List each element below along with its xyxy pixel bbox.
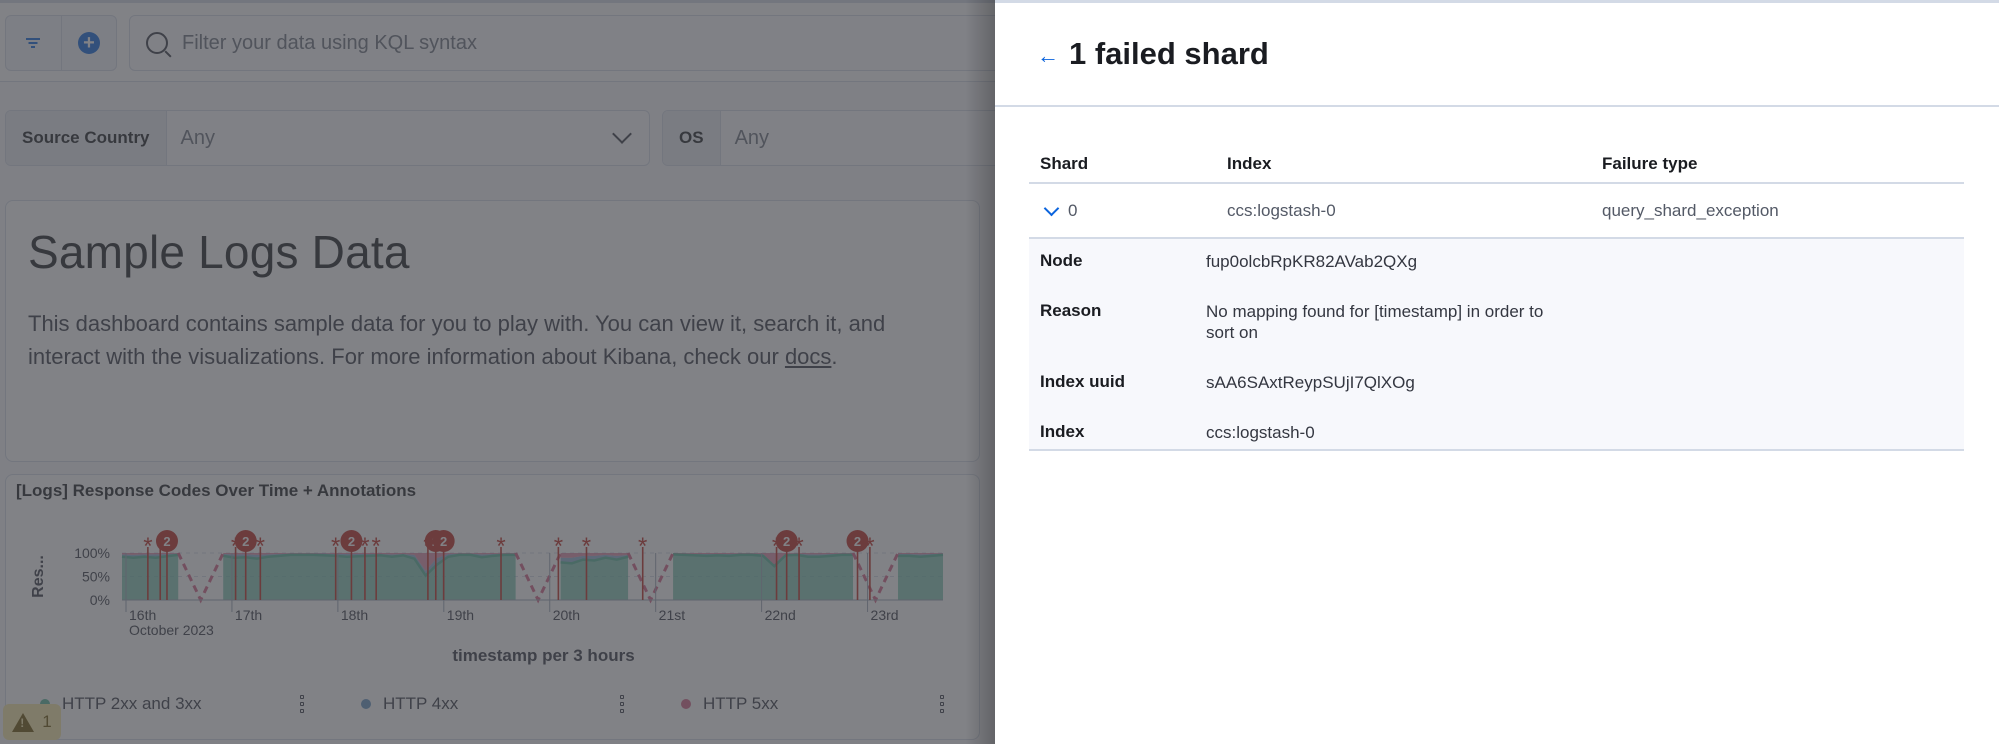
shard-cell: 0 [1029,183,1216,239]
arrow-left-icon[interactable]: ← [1037,43,1059,69]
flyout-body: Shard Index Failure type 0 ccs:logstash-… [995,145,1999,451]
column-header-shard[interactable]: Shard [1029,145,1216,184]
detail-key: Index uuid [1040,372,1125,391]
detail-key: Index [1040,422,1085,441]
shard-number: 0 [1068,200,1078,220]
detail-value: No mapping found for [timestamp] in orde… [1206,302,1544,342]
shard-details: Node fup0olcbRpKR82AVab2QXg Reason No ma… [1029,239,1964,451]
detail-value: ccs:logstash-0 [1206,423,1315,442]
index-cell: ccs:logstash-0 [1216,183,1591,239]
failed-shards-flyout: ← 1 failed shard Shard Index Failure typ… [995,0,1999,744]
table-header-row: Shard Index Failure type [1029,145,1964,184]
detail-value: fup0olcbRpKR82AVab2QXg [1206,252,1418,271]
overlay-shadow [965,0,995,744]
detail-row-index-uuid: Index uuid sAA6SAxtReypSUjI7QlXOg [1029,368,1964,393]
flyout-header: ← 1 failed shard [995,3,1999,107]
app-root: + Source Country Any OS Any Sample Logs … [0,0,1999,744]
failure-type-cell: query_shard_exception [1591,183,1964,239]
detail-key: Node [1040,251,1083,270]
detail-key: Reason [1040,301,1102,320]
detail-row-index: Index ccs:logstash-0 [1029,418,1964,443]
chevron-down-icon[interactable] [1043,200,1060,217]
column-header-failure-type[interactable]: Failure type [1591,145,1964,184]
detail-row-node: Node fup0olcbRpKR82AVab2QXg [1029,247,1964,272]
table-row: 0 ccs:logstash-0 query_shard_exception [1029,183,1964,239]
detail-row-reason: Reason No mapping found for [timestamp] … [1029,297,1964,343]
flyout-title: 1 failed shard [1069,36,1269,71]
detail-value: sAA6SAxtReypSUjI7QlXOg [1206,373,1415,392]
dashboard-background: + Source Country Any OS Any Sample Logs … [0,0,995,744]
column-header-index[interactable]: Index [1216,145,1591,184]
shard-failures-table: Shard Index Failure type 0 ccs:logstash-… [1029,145,1964,239]
modal-overlay[interactable] [0,0,995,744]
